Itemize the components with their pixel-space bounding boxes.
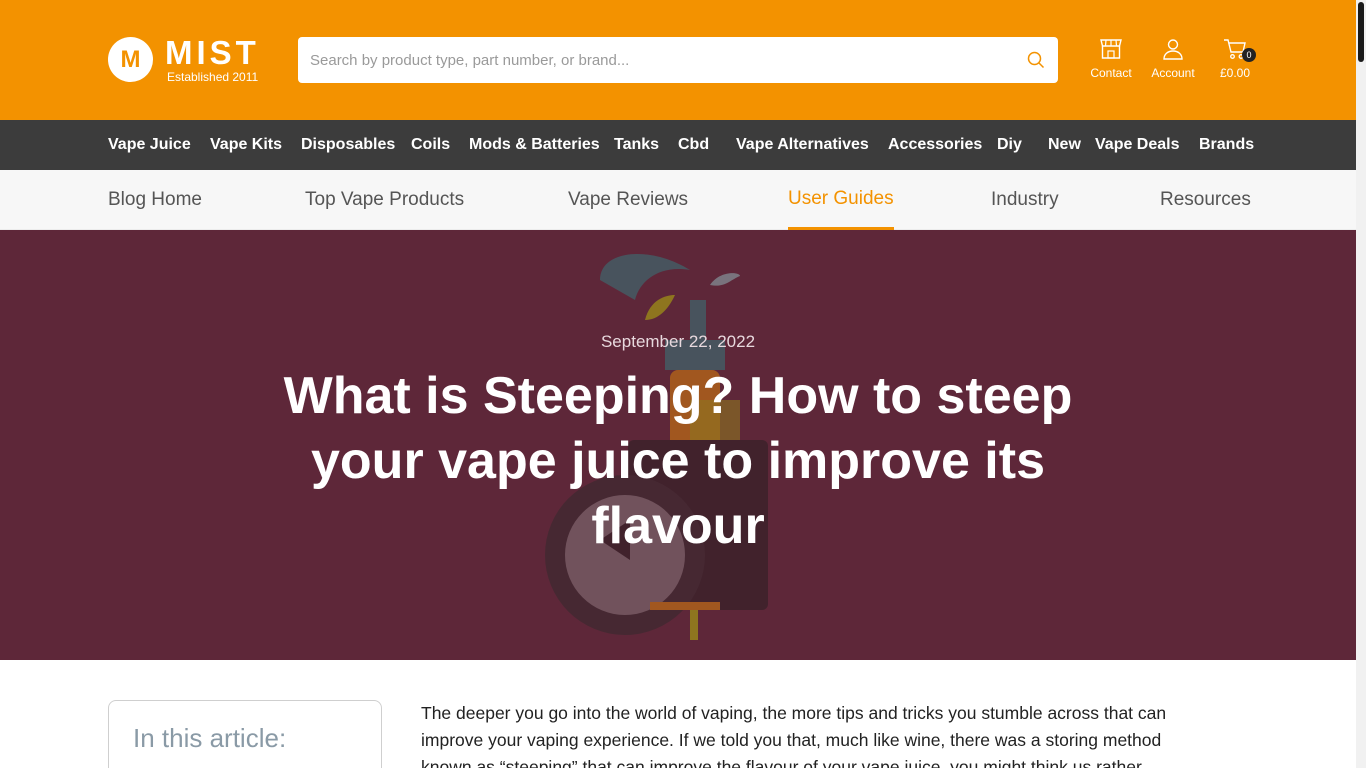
site-header: M MIST Established 2011 Contact [0, 0, 1356, 120]
search-icon[interactable] [1026, 50, 1046, 70]
logo-mark: M [108, 37, 153, 82]
scrollbar-thumb[interactable] [1358, 2, 1364, 62]
article-intro: The deeper you go into the world of vapi… [421, 703, 1167, 768]
brand-tagline: Established 2011 [167, 70, 259, 84]
nav-disposables[interactable]: Disposables [301, 120, 395, 170]
page: M MIST Established 2011 Contact [0, 0, 1366, 768]
nav-vape-deals[interactable]: Vape Deals [1095, 120, 1180, 170]
nav-new[interactable]: New [1048, 120, 1081, 170]
user-icon [1162, 38, 1184, 66]
cart-button[interactable]: 0 £0.00 [1204, 38, 1266, 80]
blog-tab-resources[interactable]: Resources [1160, 170, 1251, 230]
blog-nav: Blog Home Top Vape Products Vape Reviews… [0, 170, 1356, 230]
nav-mods-batteries[interactable]: Mods & Batteries [469, 120, 600, 170]
blog-tab-top-vape-products[interactable]: Top Vape Products [305, 170, 464, 230]
blog-tab-home[interactable]: Blog Home [108, 170, 202, 230]
nav-accessories[interactable]: Accessories [888, 120, 982, 170]
contact-label: Contact [1090, 66, 1132, 80]
logo-text: MIST Established 2011 [165, 36, 260, 83]
brand-logo[interactable]: M MIST Established 2011 [108, 36, 260, 83]
nav-coils[interactable]: Coils [411, 120, 450, 170]
article-title: What is Steeping? How to steep your vape… [283, 367, 1073, 555]
blog-tab-vape-reviews[interactable]: Vape Reviews [568, 170, 688, 230]
main-nav: Vape Juice Vape Kits Disposables Coils M… [0, 120, 1356, 170]
brand-name: MIST [165, 34, 260, 71]
table-of-contents: In this article: [108, 700, 382, 768]
nav-vape-juice[interactable]: Vape Juice [108, 120, 191, 170]
account-label: Account [1151, 66, 1195, 80]
nav-diy[interactable]: Diy [997, 120, 1022, 170]
article-date: September 22, 2022 [600, 332, 756, 351]
cart-count-badge: 0 [1242, 48, 1256, 62]
nav-cbd[interactable]: Cbd [678, 120, 709, 170]
article-body: The deeper you go into the world of vapi… [421, 700, 1211, 768]
blog-tab-user-guides[interactable]: User Guides [788, 170, 894, 230]
article-hero: September 22, 2022 What is Steeping? How… [0, 230, 1356, 660]
blog-tab-industry[interactable]: Industry [991, 170, 1059, 230]
nav-brands[interactable]: Brands [1199, 120, 1254, 170]
nav-vape-alternatives[interactable]: Vape Alternatives [736, 120, 869, 170]
cart-total: £0.00 [1219, 66, 1251, 80]
nav-vape-kits[interactable]: Vape Kits [210, 120, 282, 170]
search-input[interactable] [310, 51, 1026, 69]
header-actions: Contact Account 0 £0.00 [1080, 38, 1266, 80]
search-bar [298, 37, 1058, 83]
store-icon [1099, 38, 1123, 66]
page-scrollbar[interactable] [1356, 0, 1366, 768]
toc-title: In this article: [133, 723, 287, 753]
account-button[interactable]: Account [1142, 38, 1204, 80]
nav-tanks[interactable]: Tanks [614, 120, 659, 170]
contact-button[interactable]: Contact [1080, 38, 1142, 80]
